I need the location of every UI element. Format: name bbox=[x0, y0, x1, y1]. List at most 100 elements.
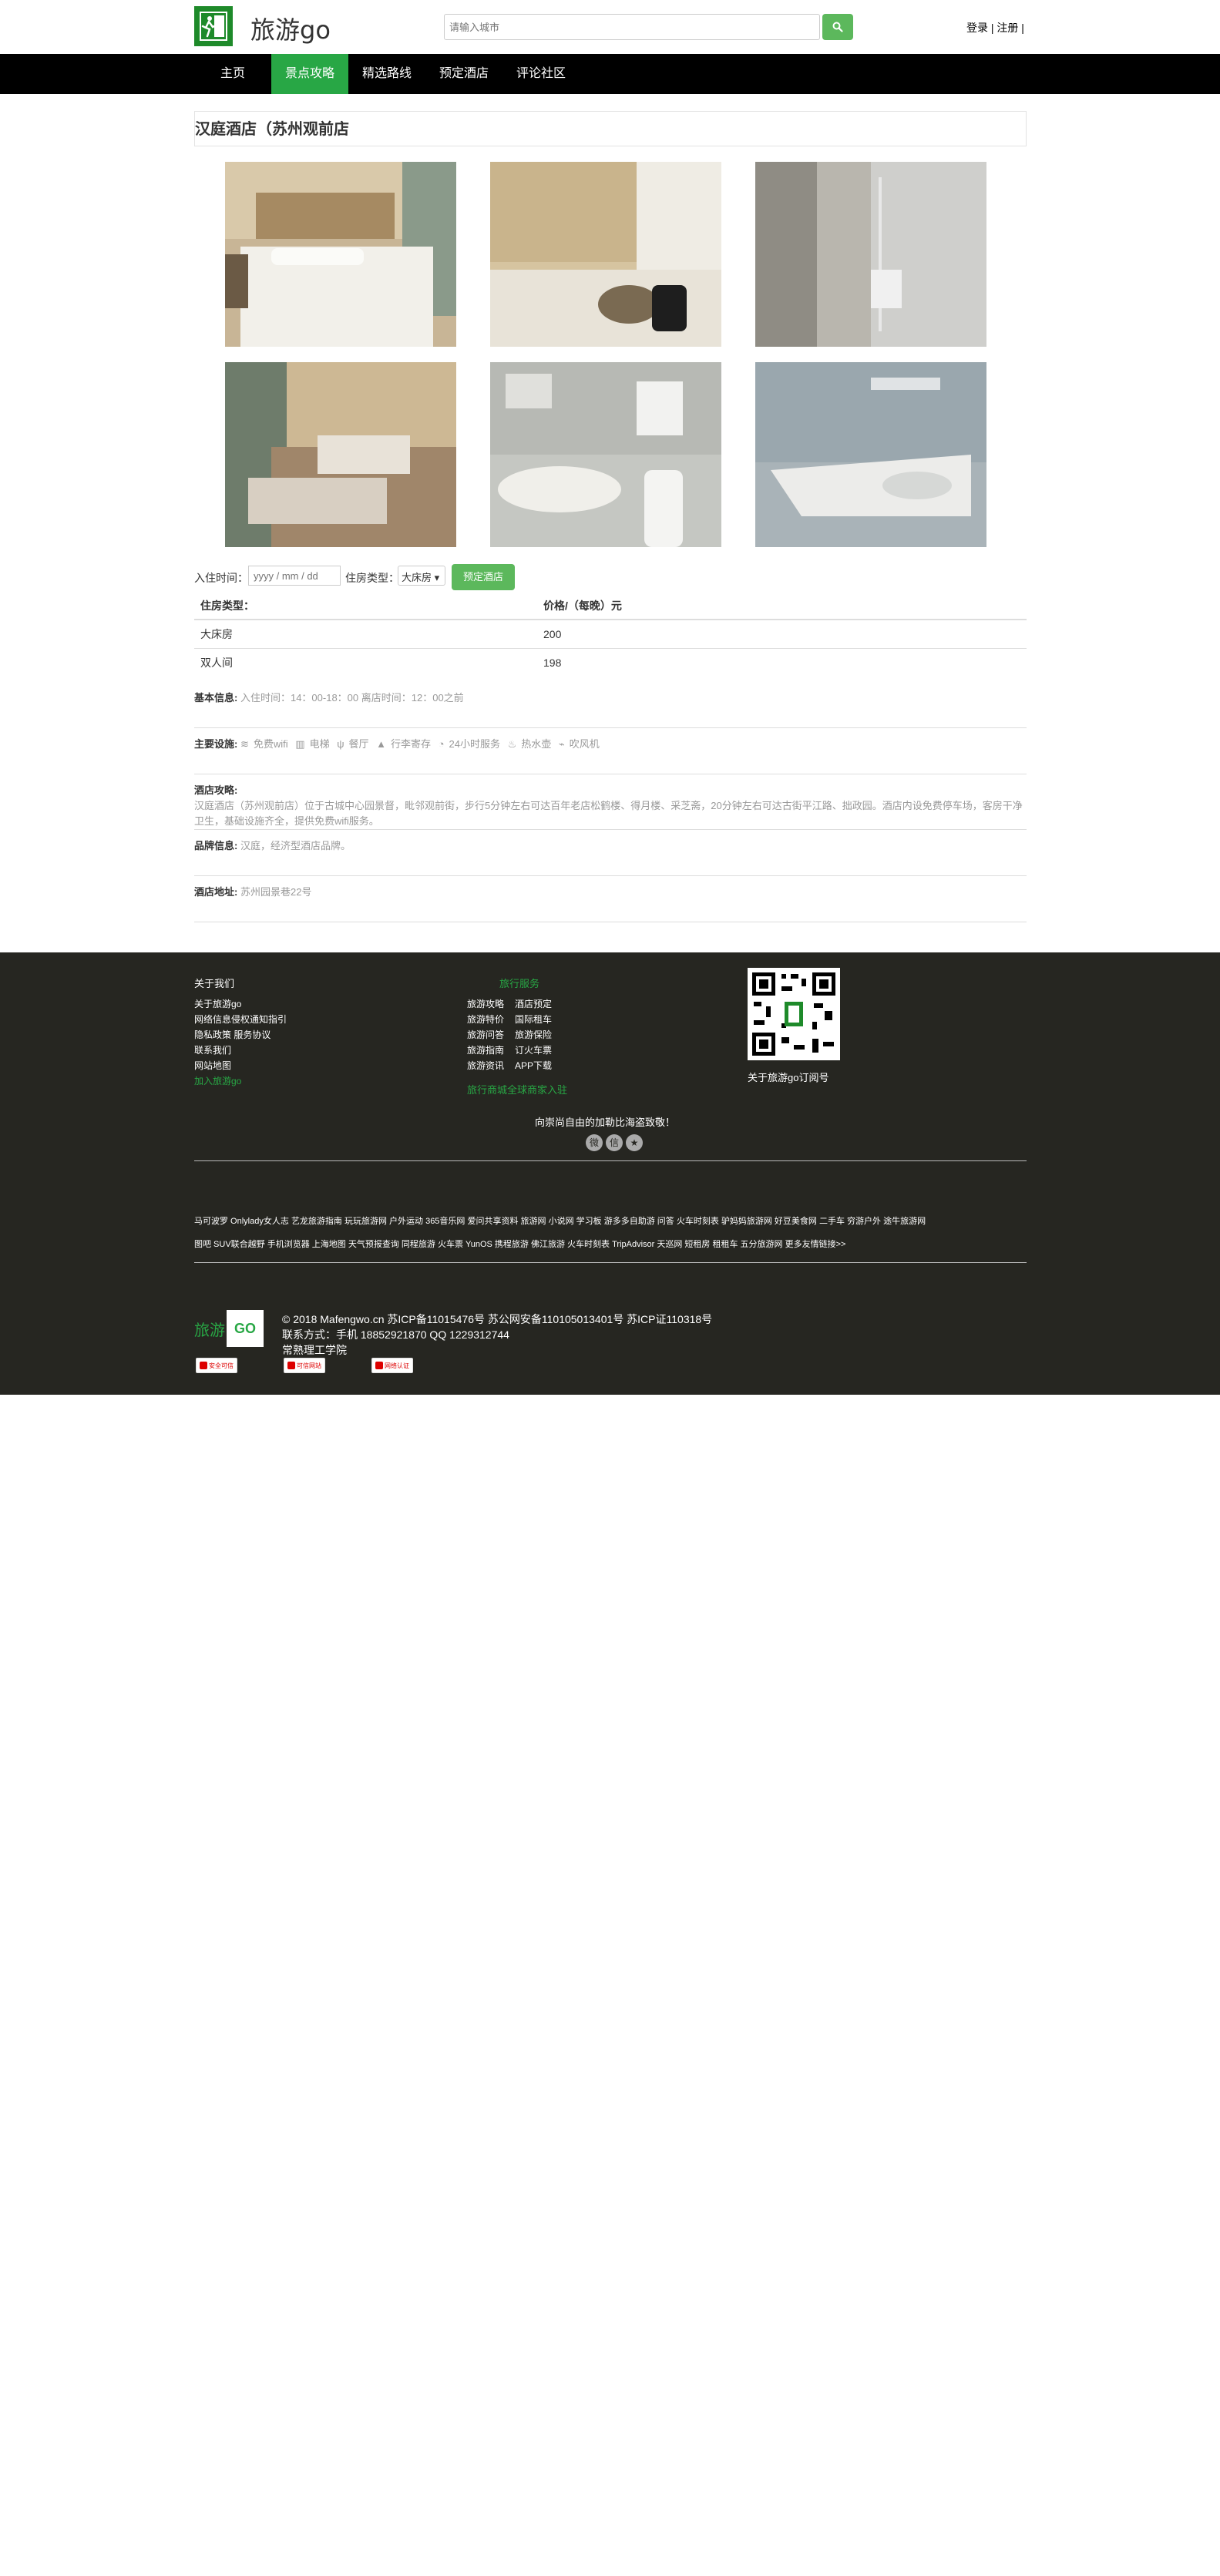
divider bbox=[194, 875, 1027, 876]
restaurant-icon: ψ bbox=[337, 738, 344, 750]
service-link[interactable]: 酒店预定 bbox=[515, 997, 552, 1010]
hotel-photo-bed[interactable] bbox=[225, 162, 456, 347]
service-link[interactable]: 旅游特价 bbox=[467, 1013, 504, 1026]
school-name: 常熟理工学院 bbox=[282, 1344, 347, 1356]
facilities-info: 主要设施: ≋ 免费wifi ▥ 电梯 ψ 餐厅 ▲ 行李寄存 ◔ 24小时服务 ♨ 热水壶… bbox=[194, 737, 1027, 752]
search-button[interactable] bbox=[822, 14, 853, 40]
qr-code-icon bbox=[752, 972, 835, 1056]
shield-icon bbox=[375, 1362, 383, 1369]
bathroom-sink-image bbox=[490, 362, 721, 547]
checkin-date-input[interactable] bbox=[248, 566, 341, 586]
service-link[interactable]: 国际租车 bbox=[515, 1013, 552, 1026]
nav-routes[interactable]: 精选路线 bbox=[348, 54, 425, 94]
room-type-cell: 大床房 bbox=[194, 619, 537, 648]
about-link[interactable]: 联系我们 bbox=[194, 1043, 231, 1056]
clock-icon: ◔ bbox=[438, 738, 445, 750]
room-type-select[interactable]: 大床房 ▾ bbox=[398, 566, 445, 586]
about-title: 关于我们 bbox=[194, 978, 235, 989]
price-table: 住房类型： 价格/（每晚）元 大床房 200 双人间 198 bbox=[194, 592, 1027, 677]
shower-glass-image bbox=[755, 162, 986, 347]
register-link[interactable]: 注册 bbox=[997, 22, 1018, 34]
wechat-icon[interactable]: 信 bbox=[606, 1134, 623, 1151]
table-row: 双人间 198 bbox=[194, 647, 1027, 677]
service-link[interactable]: 旅游资讯 bbox=[467, 1059, 504, 1072]
basic-info-value: 入住时间：14：00-18：00 离店时间：12：00之前 bbox=[240, 692, 464, 704]
badge-label: 可信网站 bbox=[297, 1362, 321, 1369]
facility-24h: 24小时服务 bbox=[449, 738, 500, 750]
star-icon[interactable]: ★ bbox=[626, 1134, 643, 1151]
auth-links: 登录 | 注册 | bbox=[966, 22, 1024, 34]
facility-restaurant: 餐厅 bbox=[348, 738, 369, 750]
brand-label: 品牌信息: bbox=[194, 840, 238, 851]
site-footer: 关于我们 关于旅游go 网络信息侵权通知指引 隐私政策 服务协议 联系我们 网站… bbox=[0, 952, 1220, 1395]
weibo-icon[interactable]: 微 bbox=[586, 1134, 603, 1151]
address-label: 酒店地址: bbox=[194, 886, 238, 898]
footer-slogan: 向崇尚自由的加勒比海盗致敬！ bbox=[535, 1117, 676, 1128]
room-luggage-image bbox=[490, 162, 721, 347]
badge-label: 安全可信 bbox=[209, 1362, 234, 1369]
caret-down-icon: ▾ bbox=[434, 572, 440, 583]
brand-value: 汉庭，经济型酒店品牌。 bbox=[240, 840, 351, 851]
footer-logo: 旅游 GO bbox=[194, 1310, 264, 1347]
nav-attractions[interactable]: 景点攻略 bbox=[271, 54, 348, 94]
service-link[interactable]: 旅游保险 bbox=[515, 1028, 552, 1041]
service-link[interactable]: 旅游指南 bbox=[467, 1043, 504, 1056]
water-icon: ♨ bbox=[507, 738, 517, 750]
trust-badge[interactable]: 安全可信 bbox=[196, 1358, 237, 1373]
service-link[interactable]: 订火车票 bbox=[515, 1043, 552, 1056]
login-link[interactable]: 登录 bbox=[966, 22, 988, 34]
trust-badge[interactable]: 可信网站 bbox=[284, 1358, 325, 1373]
table-header-row: 住房类型： 价格/（每晚）元 bbox=[194, 592, 1027, 620]
nav-home[interactable]: 主页 bbox=[194, 54, 271, 94]
service-link[interactable]: 旅游问答 bbox=[467, 1028, 504, 1041]
facility-luggage: 行李寄存 bbox=[391, 738, 432, 750]
nav-community[interactable]: 评论社区 bbox=[502, 54, 580, 94]
luggage-icon: ▲ bbox=[376, 738, 387, 750]
hotel-photo-twin[interactable] bbox=[225, 362, 456, 547]
hotel-title: 汉庭酒店（苏州观前店 bbox=[195, 121, 349, 138]
footer-divider bbox=[194, 1160, 1027, 1161]
trust-badge[interactable]: 网络认证 bbox=[371, 1358, 413, 1373]
basic-info: 基本信息: 入住时间：14：00-18：00 离店时间：12：00之前 bbox=[194, 690, 1027, 706]
guide-text: 汉庭酒店（苏州观前店）位于古城中心园景督，毗邻观前街，步行5分钟左右可达百年老店… bbox=[194, 800, 1023, 827]
brand-info: 品牌信息: 汉庭，经济型酒店品牌。 bbox=[194, 838, 1027, 854]
column-header-price: 价格/（每晚）元 bbox=[537, 592, 1027, 620]
site-logo[interactable] bbox=[194, 6, 233, 46]
service-link[interactable]: 旅游攻略 bbox=[467, 997, 504, 1010]
footer-divider bbox=[194, 1262, 1027, 1263]
hotel-photo-luggage[interactable] bbox=[490, 162, 721, 347]
contact-info: 联系方式：手机 18852921870 QQ 1229312744 bbox=[282, 1328, 509, 1341]
hotel-photo-sink[interactable] bbox=[490, 362, 721, 547]
facility-wifi: 免费wifi bbox=[253, 738, 288, 750]
address-info: 酒店地址: 苏州园景巷22号 bbox=[194, 885, 1027, 900]
table-row: 大床房 200 bbox=[194, 619, 1027, 648]
copyright: © 2018 Mafengwo.cn 苏ICP备11015476号 苏公网安备1… bbox=[282, 1313, 713, 1325]
hotel-photo-basin[interactable] bbox=[755, 362, 986, 547]
badge-label: 网络认证 bbox=[385, 1362, 409, 1369]
twin-room-image bbox=[225, 362, 456, 547]
hairdryer-icon: ⌁ bbox=[558, 738, 565, 750]
join-link[interactable]: 加入旅游go bbox=[194, 1074, 241, 1087]
search-input[interactable] bbox=[444, 14, 820, 40]
top-header: 旅游go 登录 | 注册 | bbox=[0, 0, 1220, 54]
price-cell: 198 bbox=[537, 647, 1027, 677]
brand-name[interactable]: 旅游go bbox=[250, 11, 331, 46]
friend-links-row[interactable]: 马可波罗 Onlylady女人志 艺龙旅游指南 玩玩旅游网 户外运动 365音乐… bbox=[194, 1214, 926, 1227]
service-link[interactable]: APP下载 bbox=[515, 1059, 552, 1072]
room-type-value: 大床房 bbox=[402, 572, 432, 583]
about-link[interactable]: 隐私政策 服务协议 bbox=[194, 1028, 271, 1041]
address-value: 苏州园景巷22号 bbox=[240, 886, 312, 898]
facility-hairdryer: 吹风机 bbox=[569, 738, 600, 750]
booking-form: 入住时间： 住房类型： 大床房 ▾ 预定酒店 bbox=[194, 564, 811, 590]
hotel-photo-shower[interactable] bbox=[755, 162, 986, 347]
nav-hotels[interactable]: 预定酒店 bbox=[425, 54, 502, 94]
about-link[interactable]: 网站地图 bbox=[194, 1059, 231, 1072]
friend-links-row[interactable]: 图吧 SUV联合越野 手机浏览器 上海地图 天气预报查询 同程旅游 火车票 Yu… bbox=[194, 1238, 845, 1250]
shower-basin-image bbox=[755, 362, 986, 547]
about-link[interactable]: 关于旅游go bbox=[194, 997, 241, 1010]
elevator-icon: ▥ bbox=[295, 738, 305, 750]
merchant-link[interactable]: 旅行商城全球商家入驻 bbox=[467, 1082, 567, 1097]
about-link[interactable]: 网络信息侵权通知指引 bbox=[194, 1013, 287, 1026]
footer-logo-go: GO bbox=[227, 1310, 264, 1347]
book-hotel-button[interactable]: 预定酒店 bbox=[452, 564, 515, 590]
